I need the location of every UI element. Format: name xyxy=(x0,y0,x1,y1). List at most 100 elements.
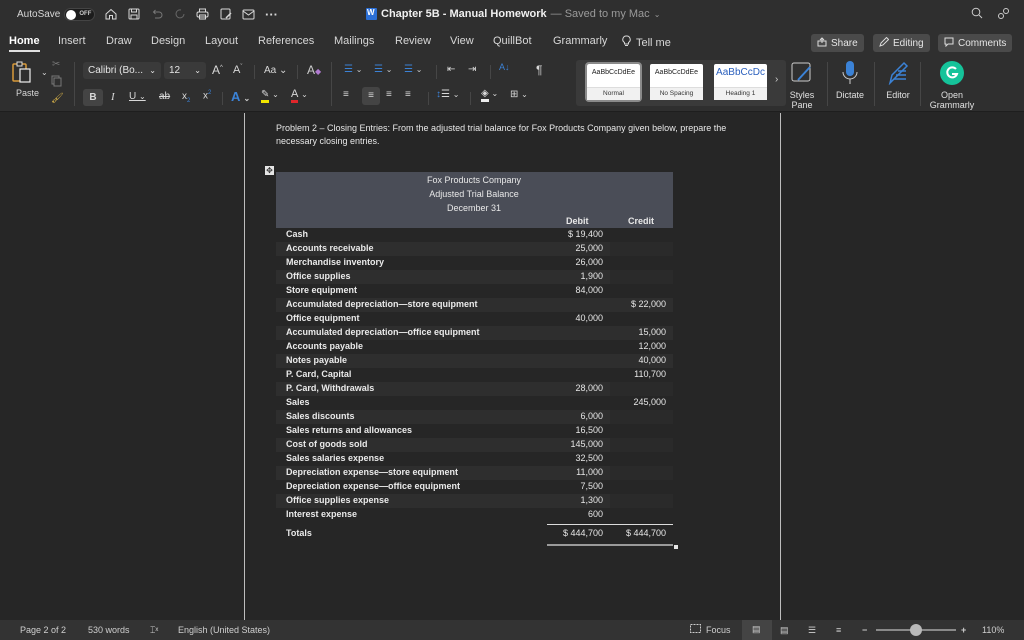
clear-formatting-icon[interactable]: A◆ xyxy=(307,63,321,77)
grow-font-icon[interactable]: A^ xyxy=(212,63,223,77)
tab-home[interactable]: Home xyxy=(9,35,40,52)
account-icon[interactable] xyxy=(997,7,1010,23)
print-layout-view-button[interactable]: ▤ xyxy=(742,620,772,640)
table-move-handle-icon[interactable]: ✥ xyxy=(265,166,274,175)
outline-view-icon[interactable]: ☰ xyxy=(808,625,816,636)
paste-chevron-icon[interactable]: ⌄ xyxy=(41,68,48,77)
chevron-right-icon[interactable]: › xyxy=(775,74,778,85)
editor-button[interactable]: Editor xyxy=(880,60,916,100)
align-left-icon[interactable]: ≡ xyxy=(343,89,349,100)
shading-icon[interactable]: ◈ ⌄ xyxy=(481,88,498,102)
borders-icon[interactable]: ⊞ ⌄ xyxy=(510,89,528,100)
italic-button[interactable]: I xyxy=(111,91,115,103)
home-icon[interactable] xyxy=(104,7,117,21)
word-count[interactable]: 530 words xyxy=(88,625,130,635)
tab-references[interactable]: References xyxy=(258,35,314,47)
debit-amount: 32,500 xyxy=(575,453,603,463)
language[interactable]: English (United States) xyxy=(178,625,270,635)
trial-balance-table[interactable]: Fox Products Company Adjusted Trial Bala… xyxy=(276,172,678,549)
line-spacing-icon[interactable]: ↕☰ ⌄ xyxy=(436,89,459,100)
tab-review[interactable]: Review xyxy=(395,35,431,47)
strikethrough-button[interactable]: ab xyxy=(159,91,170,102)
editor-label: Editor xyxy=(886,90,910,100)
open-grammarly-button[interactable]: Open Grammarly xyxy=(926,60,978,110)
font-size-dropdown[interactable]: 12 ⌄ xyxy=(164,62,206,79)
text-effects-icon[interactable]: A ⌄ xyxy=(231,89,250,104)
autosave-control[interactable]: AutoSave OFF xyxy=(17,8,96,21)
bold-button[interactable]: B xyxy=(83,89,103,106)
tab-mailings[interactable]: Mailings xyxy=(334,35,374,47)
shrink-font-icon[interactable]: Aˇ xyxy=(233,64,242,76)
change-case-icon[interactable]: Aa ⌄ xyxy=(264,65,287,76)
highlight-color-button[interactable]: ✎ ⌄ xyxy=(261,89,279,103)
zoom-in-button[interactable]: + xyxy=(961,625,966,635)
proofing-icon[interactable]: ⌶ˣ xyxy=(150,625,158,636)
paragraph-marks-icon[interactable]: ¶ xyxy=(536,63,542,77)
share-button[interactable]: Share xyxy=(811,34,864,52)
copy-icon[interactable] xyxy=(51,75,62,90)
font-color-button[interactable]: A ⌄ xyxy=(291,89,308,103)
debit-amount: 1,900 xyxy=(580,271,603,281)
save-icon[interactable] xyxy=(127,7,140,21)
underline-button[interactable]: U ⌄ xyxy=(129,91,146,102)
increase-indent-icon[interactable]: ⇥ xyxy=(468,64,476,75)
align-right-icon[interactable]: ≡ xyxy=(386,89,392,100)
tab-insert[interactable]: Insert xyxy=(58,35,86,47)
zoom-level[interactable]: 110% xyxy=(982,625,1004,635)
table-row: Sales 245,000 xyxy=(276,396,673,410)
multilevel-list-icon[interactable]: ☰ ⌄ xyxy=(404,64,422,75)
font-name-dropdown[interactable]: Calibri (Bo... ⌄ xyxy=(83,62,161,79)
tab-view[interactable]: View xyxy=(450,35,474,47)
title-bar: AutoSave OFF ··· Chapter 5B - Manual Hom… xyxy=(0,0,1024,30)
tab-layout[interactable]: Layout xyxy=(205,35,238,47)
zoom-slider-handle[interactable] xyxy=(910,624,922,636)
debit-amount: 600 xyxy=(587,509,603,519)
subscript-button[interactable]: x2 xyxy=(182,91,190,104)
paste-label: Paste xyxy=(16,88,40,98)
bullets-icon[interactable]: ☰ ⌄ xyxy=(344,64,362,75)
styles-pane-button[interactable]: Styles Pane xyxy=(786,60,818,110)
tell-me-search[interactable]: Tell me xyxy=(622,35,671,50)
cut-icon[interactable]: ✂ xyxy=(52,59,60,70)
search-icon[interactable] xyxy=(971,7,983,23)
decrease-indent-icon[interactable]: ⇤ xyxy=(447,64,455,75)
zoom-out-button[interactable]: − xyxy=(862,625,867,635)
style-heading-1[interactable]: AaBbCcDc Heading 1 xyxy=(714,64,767,100)
document-title[interactable]: Chapter 5B - Manual Homework — Saved to … xyxy=(366,8,660,20)
dictate-button[interactable]: Dictate xyxy=(831,60,869,100)
tab-draw[interactable]: Draw xyxy=(106,35,132,47)
email-icon[interactable] xyxy=(242,7,255,21)
table-row: Interest expense 600 xyxy=(276,508,673,522)
print-icon[interactable] xyxy=(196,7,209,21)
paste-button[interactable]: ⌄ xyxy=(11,60,48,87)
table-resize-handle[interactable] xyxy=(674,545,678,549)
focus-button[interactable]: Focus xyxy=(690,624,731,635)
align-center-icon[interactable]: ≡ xyxy=(362,87,380,105)
more-icon[interactable]: ··· xyxy=(265,7,278,22)
web-layout-icon[interactable]: ▤ xyxy=(780,625,789,636)
debit-amount: $ 19,400 xyxy=(567,229,603,239)
style-normal[interactable]: AaBbCcDdEe Normal xyxy=(585,62,642,102)
numbering-icon[interactable]: ☰ ⌄ xyxy=(374,64,392,75)
justify-icon[interactable]: ≡ xyxy=(405,89,411,100)
redo-icon[interactable] xyxy=(173,7,186,21)
superscript-button[interactable]: x2 xyxy=(203,90,211,101)
totals-row: Totals $ 444,700 $ 444,700 xyxy=(276,524,678,549)
styles-gallery: AaBbCcDdEe Normal AaBbCcDdEe No Spacing … xyxy=(576,60,786,106)
debit-amount: 1,300 xyxy=(580,495,603,505)
undo-icon[interactable] xyxy=(150,7,163,21)
tab-grammarly[interactable]: Grammarly xyxy=(553,35,607,47)
sort-icon[interactable]: A↓ xyxy=(499,62,510,72)
page-count[interactable]: Page 2 of 2 xyxy=(20,625,66,635)
status-bar: Page 2 of 2 530 words ⌶ˣ English (United… xyxy=(0,620,1024,640)
autosave-toggle[interactable]: OFF xyxy=(64,8,96,21)
draft-view-icon[interactable]: ≡ xyxy=(836,625,841,635)
style-no-spacing[interactable]: AaBbCcDdEe No Spacing xyxy=(650,64,703,100)
table-row: Accounts payable 12,000 xyxy=(276,340,673,354)
format-painter-icon[interactable]: 🖌 xyxy=(51,93,64,104)
tab-design[interactable]: Design xyxy=(151,35,185,47)
edit-doc-icon[interactable] xyxy=(219,7,232,21)
tab-quillbot[interactable]: QuillBot xyxy=(493,35,532,47)
comments-button[interactable]: Comments xyxy=(938,34,1013,52)
editing-button[interactable]: Editing xyxy=(873,34,930,52)
